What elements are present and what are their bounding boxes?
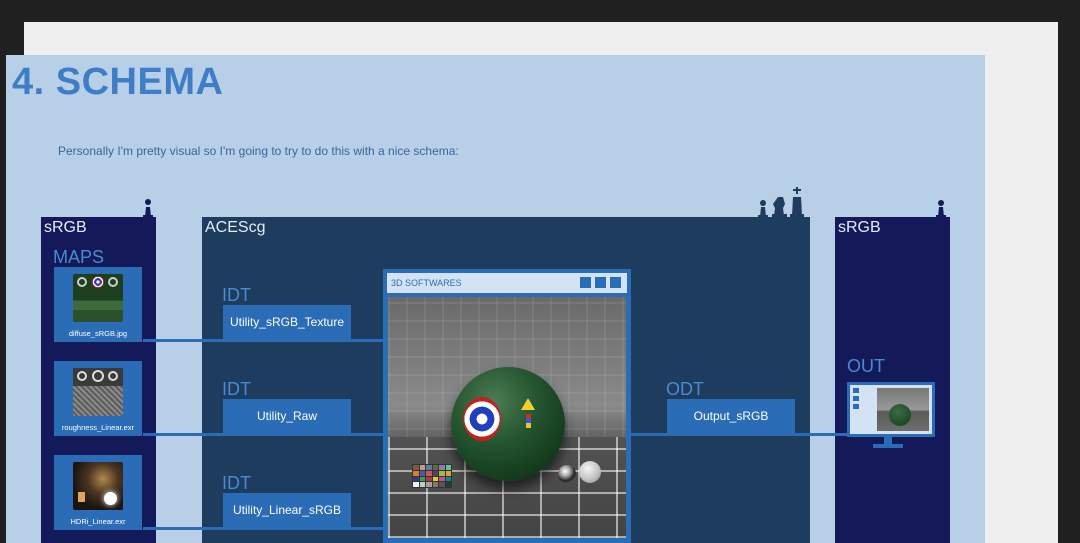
- map-thumb-hdri: HDRi_Linear.exr: [54, 455, 142, 530]
- transform-node-raw: Utility_Raw: [223, 399, 351, 433]
- idt-label: IDT: [222, 285, 251, 305]
- roundel-decal: [463, 397, 501, 441]
- monitor-foot: [873, 444, 903, 448]
- right-srgb-column: sRGB OUT: [835, 217, 950, 543]
- slide-title: 4. SCHEMA: [12, 61, 224, 103]
- left-column-label: sRGB: [44, 219, 87, 236]
- color-checker-chart: [412, 464, 452, 488]
- map-caption: roughness_Linear.exr: [61, 423, 135, 432]
- chess-pawn-icon: [758, 200, 768, 218]
- color-stripe-decal: [526, 414, 531, 428]
- window-title-bar: 3D SOFTWARES: [387, 273, 627, 293]
- chrome-sphere: [558, 465, 576, 483]
- maps-label: MAPS: [53, 247, 105, 267]
- transform-node-output-srgb: Output_sRGB: [667, 399, 795, 433]
- roughness-map-image: [73, 368, 123, 416]
- window-title: 3D SOFTWARES: [391, 278, 462, 288]
- monitor-icon: [847, 382, 935, 437]
- close-icon: [610, 277, 621, 288]
- transform-node-linear-srgb: Utility_Linear_sRGB: [223, 493, 351, 527]
- transform-node-srgb-texture: Utility_sRGB_Texture: [223, 305, 351, 339]
- minimize-icon: [580, 277, 591, 288]
- odt-label: ODT: [666, 379, 704, 399]
- monitor-neck: [884, 437, 892, 444]
- connector-line: [143, 433, 383, 436]
- 3d-software-window: 3D SOFTWARES: [383, 269, 631, 543]
- map-thumb-diffuse: diffuse_sRGB.jpg: [54, 267, 142, 342]
- hdri-map-image: [73, 462, 123, 510]
- right-column-label: sRGB: [838, 219, 881, 236]
- chess-king-icon: [790, 187, 804, 218]
- map-caption: diffuse_sRGB.jpg: [68, 329, 128, 338]
- map-thumb-roughness: roughness_Linear.exr: [54, 361, 142, 436]
- left-srgb-column: sRGB MAPS diffuse_sRGB.jpg roughness_Lin…: [41, 217, 156, 543]
- idt-label: IDT: [222, 379, 251, 399]
- monitor-ui-dot: [853, 388, 859, 393]
- monitor-render-image: [877, 388, 929, 431]
- idt-label: IDT: [222, 473, 251, 493]
- chess-pawn-icon: [143, 199, 153, 218]
- monitor-ball: [889, 404, 911, 426]
- connector-line: [631, 433, 849, 436]
- schema-slide: 4. SCHEMA Personally I'm pretty visual s…: [6, 55, 985, 543]
- render-ball: [451, 367, 565, 481]
- render-viewport: [388, 297, 626, 538]
- intro-text: Personally I'm pretty visual so I'm goin…: [58, 144, 459, 158]
- grey-sphere: [579, 461, 601, 483]
- middle-column-label: ACEScg: [205, 219, 266, 236]
- out-label: OUT: [847, 356, 885, 376]
- diffuse-map-image: [73, 274, 123, 322]
- monitor-screen: [850, 385, 932, 434]
- monitor-ui-dot: [853, 404, 859, 409]
- chess-pawn-icon: [936, 200, 946, 218]
- monitor-ui-dot: [853, 396, 859, 401]
- map-caption: HDRi_Linear.exr: [70, 517, 126, 526]
- maximize-icon: [595, 277, 606, 288]
- warning-decal-icon: [521, 398, 535, 410]
- connector-line: [143, 339, 383, 342]
- screenshot-stage: 4. SCHEMA Personally I'm pretty visual s…: [0, 0, 1080, 543]
- connector-line: [143, 527, 383, 530]
- chess-knight-icon: [772, 197, 787, 218]
